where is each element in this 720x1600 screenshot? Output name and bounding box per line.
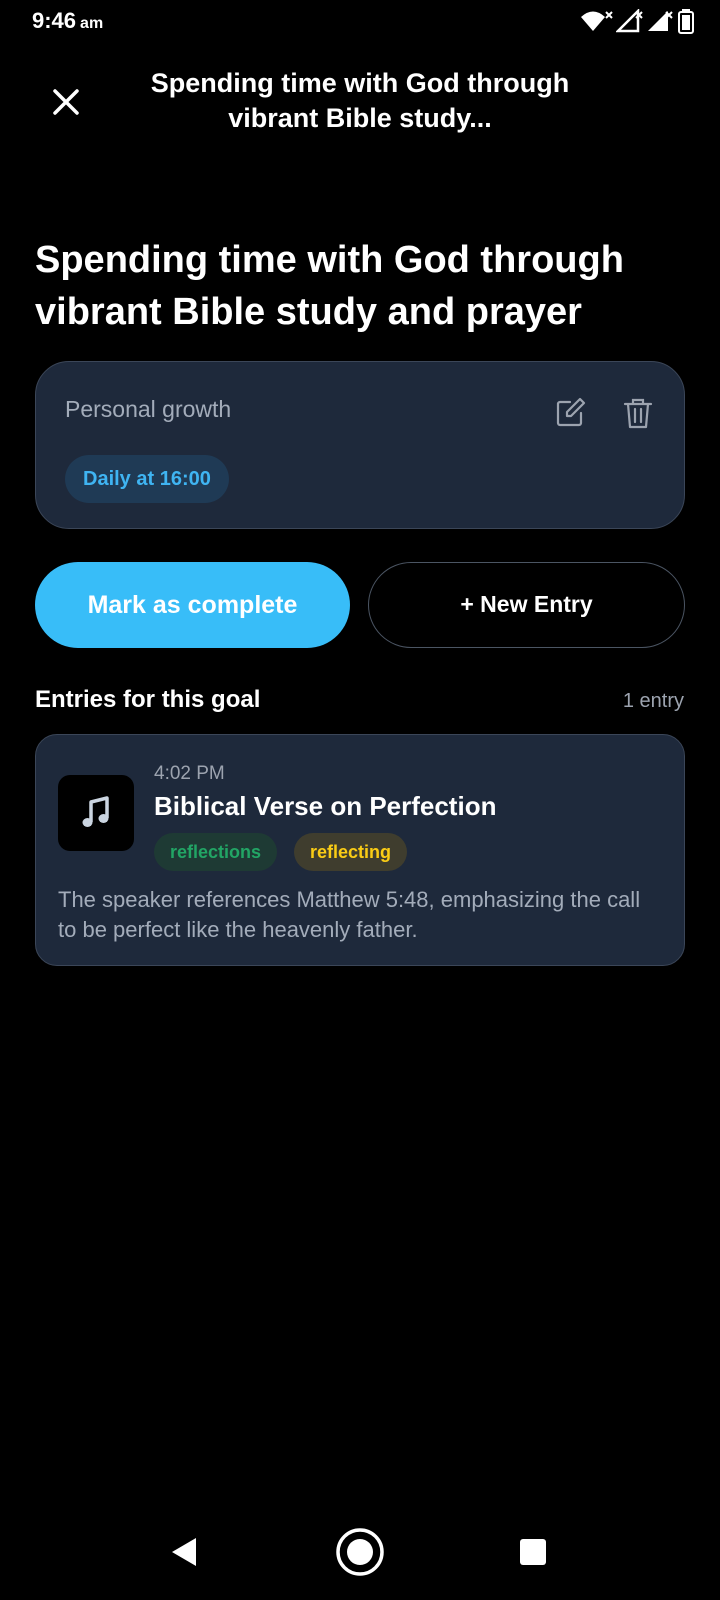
- status-bar: 9:46 am: [0, 0, 720, 44]
- entries-count: 1 entry: [622, 690, 684, 712]
- entry-summary: The speaker references Matthew 5:48, emp…: [58, 887, 641, 942]
- status-ampm: am: [80, 15, 104, 32]
- system-nav-bar: [0, 1514, 720, 1600]
- close-icon: [53, 89, 79, 115]
- entry-tag: reflecting: [294, 833, 408, 871]
- new-entry-button[interactable]: + New Entry: [368, 562, 685, 648]
- goal-title: Spending time with God through vibrant B…: [35, 239, 624, 333]
- nav-back-button[interactable]: [168, 1534, 200, 1570]
- battery-icon: [678, 9, 694, 34]
- entries-heading: Entries for this goal: [35, 686, 261, 713]
- schedule-badge: Daily at 16:00: [65, 455, 229, 503]
- goal-category: Personal growth: [65, 396, 232, 422]
- wifi-icon: [581, 11, 613, 31]
- signal-icon: [616, 9, 643, 33]
- delete-goal-button[interactable]: [621, 396, 655, 430]
- entry-card[interactable]: 4:02 PM Biblical Verse on Perfection ref…: [35, 734, 685, 966]
- recents-icon: [520, 1539, 546, 1565]
- entry-title: Biblical Verse on Perfection: [154, 791, 497, 821]
- edit-icon: [556, 397, 586, 427]
- music-note-icon: [82, 796, 109, 827]
- close-button[interactable]: [40, 76, 92, 128]
- mark-complete-button[interactable]: Mark as complete: [35, 562, 350, 648]
- home-icon: [336, 1528, 384, 1576]
- back-icon: [172, 1538, 196, 1566]
- status-time: 9:46 am: [32, 8, 103, 34]
- header-title: Spending time with God through vibrant B…: [150, 68, 570, 133]
- trash-icon: [623, 398, 653, 429]
- nav-recents-button[interactable]: [519, 1538, 547, 1566]
- entry-time: 4:02 PM: [154, 763, 225, 784]
- signal-icon: [648, 11, 673, 31]
- entry-tag: reflections: [154, 833, 278, 871]
- goal-card: Personal growth Daily at 16:00: [35, 361, 685, 529]
- status-icons: [580, 8, 696, 34]
- entry-thumbnail: [58, 775, 134, 851]
- nav-home-button[interactable]: [335, 1527, 385, 1577]
- status-clock: 9:46: [32, 8, 77, 33]
- edit-goal-button[interactable]: [553, 396, 587, 430]
